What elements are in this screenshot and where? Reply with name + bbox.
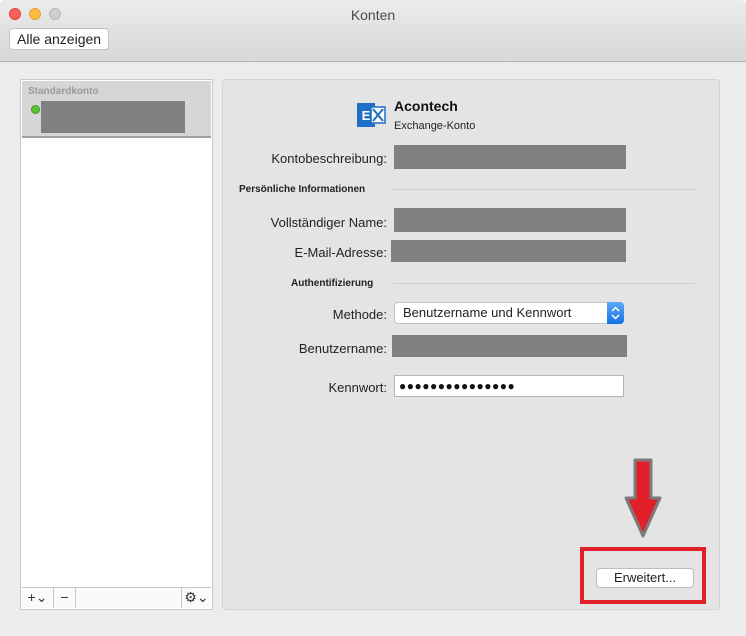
username-field[interactable]: [392, 335, 627, 357]
gear-icon[interactable]: ⚙⌄: [181, 588, 211, 608]
auth-method-value: Benutzername und Kennwort: [403, 305, 572, 320]
auth-section-divider: [393, 283, 695, 284]
personal-section-heading: Persönliche Informationen: [239, 184, 366, 195]
highlight-box: [580, 547, 706, 604]
password-label: Kennwort:: [328, 380, 387, 395]
description-field[interactable]: [394, 145, 626, 169]
username-label: Benutzername:: [298, 341, 387, 356]
method-label: Methode:: [332, 307, 387, 322]
account-list-toolbar: +⌄ − ⚙⌄: [22, 587, 211, 608]
account-group-label: Standardkonto: [28, 86, 99, 97]
description-label: Kontobeschreibung:: [271, 151, 387, 166]
add-account-button[interactable]: +⌄: [22, 588, 54, 608]
svg-text:E: E: [362, 108, 371, 123]
account-list-item-selected[interactable]: Standardkonto: [22, 81, 211, 138]
down-arrow-icon: [624, 458, 662, 538]
title-bar: Konten Alle anzeigen: [0, 0, 746, 62]
fullname-label: Vollständiger Name:: [270, 215, 387, 230]
show-all-button[interactable]: Alle anzeigen: [9, 28, 110, 50]
redacted-account-name: [41, 101, 185, 133]
accounts-window: Konten Alle anzeigen Standardkonto +⌄ − …: [0, 0, 746, 636]
updown-chevron-icon: [607, 302, 624, 324]
online-status-icon: [31, 105, 40, 114]
account-type: Exchange-Konto: [394, 120, 476, 132]
email-field[interactable]: [391, 240, 626, 262]
auth-method-select[interactable]: Benutzername und Kennwort: [394, 302, 624, 324]
password-field[interactable]: ●●●●●●●●●●●●●●●: [394, 375, 624, 397]
account-list[interactable]: Standardkonto +⌄ − ⚙⌄: [20, 79, 213, 610]
window-title: Konten: [350, 7, 396, 23]
email-label: E-Mail-Adresse:: [294, 245, 387, 260]
exchange-logo-icon: E: [357, 103, 386, 127]
personal-section-divider: [393, 189, 695, 190]
remove-account-button[interactable]: −: [54, 588, 76, 608]
account-name: Acontech: [394, 98, 458, 114]
fullname-field[interactable]: [394, 208, 626, 232]
auth-section-heading: Authentifizierung: [291, 278, 374, 289]
